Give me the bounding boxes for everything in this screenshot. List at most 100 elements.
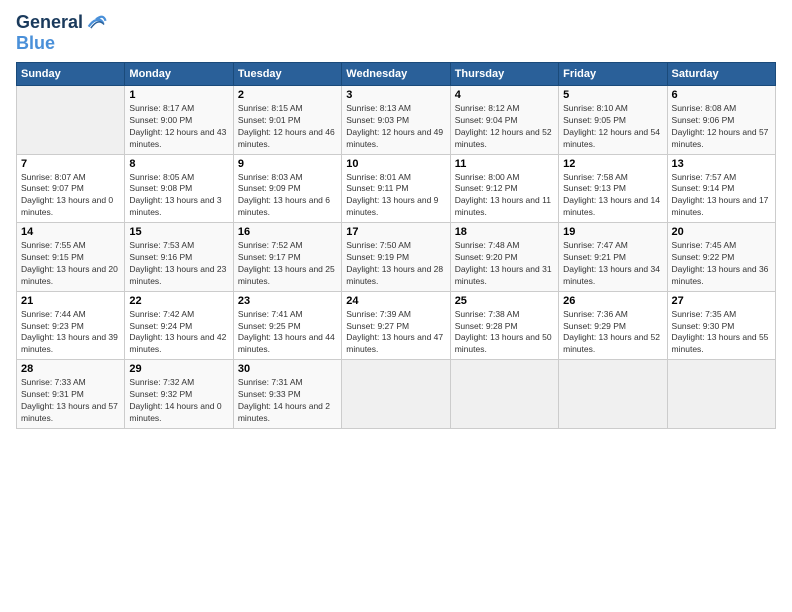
calendar-cell: 28Sunrise: 7:33 AMSunset: 9:31 PMDayligh… [17, 360, 125, 429]
logo-text: General [16, 13, 83, 33]
cell-date-number: 18 [455, 226, 554, 238]
cell-info: Sunrise: 7:31 AMSunset: 9:33 PMDaylight:… [238, 377, 337, 425]
sunset-text: Sunset: 9:24 PM [129, 321, 228, 333]
sunset-text: Sunset: 9:00 PM [129, 115, 228, 127]
cell-info: Sunrise: 8:12 AMSunset: 9:04 PMDaylight:… [455, 103, 554, 151]
cell-date-number: 8 [129, 158, 228, 170]
calendar-cell [450, 360, 558, 429]
calendar-cell: 2 Sunrise: 8:15 AMSunset: 9:01 PMDaylight… [233, 86, 341, 155]
cell-info: Sunrise: 7:48 AMSunset: 9:20 PMDaylight:… [455, 240, 554, 288]
daylight-text: Daylight: 12 hours and 46 minutes. [238, 127, 337, 151]
cell-date-number: 10 [346, 158, 445, 170]
sunrise-text: Sunrise: 7:47 AM [563, 240, 662, 252]
sunset-text: Sunset: 9:14 PM [672, 183, 771, 195]
sunset-text: Sunset: 9:29 PM [563, 321, 662, 333]
cell-info: Sunrise: 7:44 AMSunset: 9:23 PMDaylight:… [21, 309, 120, 357]
daylight-text: Daylight: 12 hours and 57 minutes. [672, 127, 771, 151]
cell-date-number: 19 [563, 226, 662, 238]
sunrise-text: Sunrise: 8:13 AM [346, 103, 445, 115]
daylight-text: Daylight: 13 hours and 0 minutes. [21, 195, 120, 219]
daylight-text: Daylight: 13 hours and 52 minutes. [563, 332, 662, 356]
cell-date-number: 22 [129, 295, 228, 307]
calendar-cell: 8 Sunrise: 8:05 AMSunset: 9:08 PMDaylight… [125, 154, 233, 223]
daylight-text: Daylight: 13 hours and 23 minutes. [129, 264, 228, 288]
cell-date-number: 29 [129, 363, 228, 375]
cell-date-number: 15 [129, 226, 228, 238]
sunrise-text: Sunrise: 7:45 AM [672, 240, 771, 252]
cell-info: Sunrise: 8:05 AMSunset: 9:08 PMDaylight:… [129, 172, 228, 220]
daylight-text: Daylight: 13 hours and 36 minutes. [672, 264, 771, 288]
cell-date-number: 6 [672, 89, 771, 101]
calendar-cell: 19 Sunrise: 7:47 AMSunset: 9:21 PMDayligh… [559, 223, 667, 292]
sunrise-text: Sunrise: 7:35 AM [672, 309, 771, 321]
sunset-text: Sunset: 9:21 PM [563, 252, 662, 264]
daylight-text: Daylight: 13 hours and 20 minutes. [21, 264, 120, 288]
cell-info: Sunrise: 7:50 AMSunset: 9:19 PMDaylight:… [346, 240, 445, 288]
sunrise-text: Sunrise: 7:53 AM [129, 240, 228, 252]
cell-info: Sunrise: 8:00 AMSunset: 9:12 PMDaylight:… [455, 172, 554, 220]
sunrise-text: Sunrise: 7:42 AM [129, 309, 228, 321]
calendar-cell: 21Sunrise: 7:44 AMSunset: 9:23 PMDayligh… [17, 291, 125, 360]
sunrise-text: Sunrise: 7:58 AM [563, 172, 662, 184]
sunrise-text: Sunrise: 7:57 AM [672, 172, 771, 184]
cell-date-number: 9 [238, 158, 337, 170]
sunset-text: Sunset: 9:32 PM [129, 389, 228, 401]
cell-info: Sunrise: 8:13 AMSunset: 9:03 PMDaylight:… [346, 103, 445, 151]
cell-date-number: 25 [455, 295, 554, 307]
sunrise-text: Sunrise: 8:17 AM [129, 103, 228, 115]
header-row: SundayMondayTuesdayWednesdayThursdayFrid… [17, 63, 776, 86]
daylight-text: Daylight: 13 hours and 25 minutes. [238, 264, 337, 288]
daylight-text: Daylight: 14 hours and 0 minutes. [129, 401, 228, 425]
calendar-cell: 26Sunrise: 7:36 AMSunset: 9:29 PMDayligh… [559, 291, 667, 360]
day-header-sunday: Sunday [17, 63, 125, 86]
calendar-cell: 15 Sunrise: 7:53 AMSunset: 9:16 PMDayligh… [125, 223, 233, 292]
sunrise-text: Sunrise: 7:50 AM [346, 240, 445, 252]
cell-date-number: 14 [21, 226, 120, 238]
daylight-text: Daylight: 13 hours and 34 minutes. [563, 264, 662, 288]
day-header-saturday: Saturday [667, 63, 775, 86]
calendar-cell [17, 86, 125, 155]
day-header-friday: Friday [559, 63, 667, 86]
cell-info: Sunrise: 7:45 AMSunset: 9:22 PMDaylight:… [672, 240, 771, 288]
daylight-text: Daylight: 14 hours and 2 minutes. [238, 401, 337, 425]
daylight-text: Daylight: 13 hours and 3 minutes. [129, 195, 228, 219]
sunset-text: Sunset: 9:19 PM [346, 252, 445, 264]
calendar-cell [667, 360, 775, 429]
sunrise-text: Sunrise: 7:48 AM [455, 240, 554, 252]
daylight-text: Daylight: 13 hours and 6 minutes. [238, 195, 337, 219]
calendar-cell: 20Sunrise: 7:45 AMSunset: 9:22 PMDayligh… [667, 223, 775, 292]
cell-date-number: 11 [455, 158, 554, 170]
cell-date-number: 26 [563, 295, 662, 307]
cell-info: Sunrise: 8:15 AMSunset: 9:01 PMDaylight:… [238, 103, 337, 151]
calendar-cell: 17Sunrise: 7:50 AMSunset: 9:19 PMDayligh… [342, 223, 450, 292]
sunrise-text: Sunrise: 7:41 AM [238, 309, 337, 321]
week-row-4: 21Sunrise: 7:44 AMSunset: 9:23 PMDayligh… [17, 291, 776, 360]
cell-date-number: 2 [238, 89, 337, 101]
cell-info: Sunrise: 7:53 AMSunset: 9:16 PMDaylight:… [129, 240, 228, 288]
sunset-text: Sunset: 9:13 PM [563, 183, 662, 195]
cell-date-number: 28 [21, 363, 120, 375]
cell-info: Sunrise: 7:55 AMSunset: 9:15 PMDaylight:… [21, 240, 120, 288]
cell-info: Sunrise: 8:08 AMSunset: 9:06 PMDaylight:… [672, 103, 771, 151]
calendar-cell: 14 Sunrise: 7:55 AMSunset: 9:15 PMDayligh… [17, 223, 125, 292]
sunrise-text: Sunrise: 8:03 AM [238, 172, 337, 184]
sunrise-text: Sunrise: 7:55 AM [21, 240, 120, 252]
calendar-cell: 11 Sunrise: 8:00 AMSunset: 9:12 PMDayligh… [450, 154, 558, 223]
logo: General Blue [16, 12, 107, 54]
sunset-text: Sunset: 9:25 PM [238, 321, 337, 333]
cell-info: Sunrise: 8:10 AMSunset: 9:05 PMDaylight:… [563, 103, 662, 151]
calendar-cell: 16Sunrise: 7:52 AMSunset: 9:17 PMDayligh… [233, 223, 341, 292]
calendar-cell: 13Sunrise: 7:57 AMSunset: 9:14 PMDayligh… [667, 154, 775, 223]
daylight-text: Daylight: 13 hours and 44 minutes. [238, 332, 337, 356]
daylight-text: Daylight: 13 hours and 17 minutes. [672, 195, 771, 219]
sunrise-text: Sunrise: 7:39 AM [346, 309, 445, 321]
day-header-tuesday: Tuesday [233, 63, 341, 86]
calendar-table: SundayMondayTuesdayWednesdayThursdayFrid… [16, 62, 776, 429]
cell-info: Sunrise: 7:38 AMSunset: 9:28 PMDaylight:… [455, 309, 554, 357]
sunrise-text: Sunrise: 8:00 AM [455, 172, 554, 184]
sunset-text: Sunset: 9:05 PM [563, 115, 662, 127]
cell-info: Sunrise: 8:03 AMSunset: 9:09 PMDaylight:… [238, 172, 337, 220]
sunrise-text: Sunrise: 7:38 AM [455, 309, 554, 321]
sunset-text: Sunset: 9:31 PM [21, 389, 120, 401]
daylight-text: Daylight: 12 hours and 43 minutes. [129, 127, 228, 151]
